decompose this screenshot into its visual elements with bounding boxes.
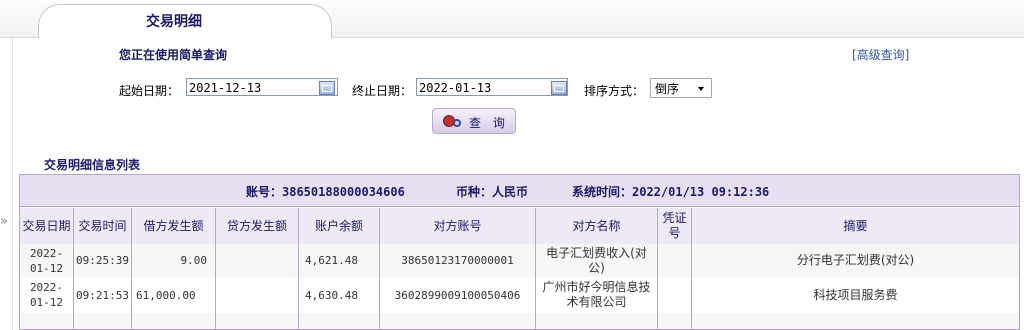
double-chevron-right-icon[interactable]: »	[0, 214, 8, 229]
account-info-bar: 账号：38650188000034606 币种：人民币 系统时间：2022/01…	[20, 175, 1019, 207]
header-debit: 借方发生额	[132, 208, 216, 244]
cell-counter-name: 电子汇划费收入(对公)	[536, 244, 658, 277]
header-time: 交易时间	[74, 208, 132, 244]
cell-empty	[74, 313, 132, 329]
header-counter-account: 对方账号	[380, 208, 536, 244]
cell-empty	[216, 313, 299, 329]
cell-credit	[216, 277, 299, 313]
tab-title: 交易明细	[146, 14, 202, 30]
cell-counter-account: 38650123170000001	[380, 244, 536, 277]
query-mode-label: 您正在使用简单查询	[119, 48, 228, 62]
header-counter-name: 对方名称	[536, 208, 658, 244]
cell-voucher	[658, 244, 692, 277]
calendar-icon[interactable]	[551, 81, 567, 95]
cell-debit: 9.00	[132, 244, 216, 277]
cell-date: 2022-01-12	[20, 244, 74, 277]
table-row-partial	[20, 313, 1019, 329]
magnifier-icon	[453, 119, 461, 127]
cell-empty	[536, 313, 658, 329]
cell-time: 09:25:39	[74, 244, 132, 277]
query-button-label: 查 询	[469, 116, 509, 130]
cell-summary: 分行电子汇划费(对公)	[796, 253, 915, 267]
start-date-input[interactable]: 2021-12-13	[186, 78, 338, 96]
cell-empty	[380, 313, 536, 329]
cell-balance: 4,621.48	[299, 244, 380, 277]
header-voucher: 凭证号	[658, 208, 692, 244]
cell-credit	[216, 244, 299, 277]
end-date-label: 终止日期：	[352, 84, 413, 98]
query-button[interactable]: 查 询	[432, 108, 516, 134]
cell-empty	[299, 313, 380, 329]
currency: 币种：人民币	[456, 185, 529, 199]
cell-summary: 科技项目服务费	[813, 287, 898, 302]
calendar-icon[interactable]	[319, 81, 335, 95]
table-header-row: 交易日期 交易时间 借方发生额 贷方发生额 账户余额 对方账号 对方名称 凭证号…	[20, 208, 1019, 245]
header-date: 交易日期	[20, 208, 74, 244]
table-row[interactable]: 2022-01-12 09:21:53 61,000.00 4,630.48 3…	[20, 277, 1019, 314]
header-summary: 摘要	[843, 218, 868, 233]
cell-debit: 61,000.00	[132, 277, 216, 313]
cell-voucher	[658, 277, 692, 313]
cell-empty	[658, 313, 692, 329]
sort-order-select[interactable]: 倒序	[650, 78, 712, 98]
cell-counter-account: 3602899009100050406	[380, 277, 536, 313]
cell-empty	[20, 313, 74, 329]
sort-order-label: 排序方式：	[584, 84, 645, 98]
cell-counter-name: 广州市好今明信息技术有限公司	[536, 277, 658, 313]
advanced-query-link[interactable]: [高级查询]	[852, 46, 909, 63]
system-time: 系统时间：2022/01/13 09:12:36	[572, 185, 770, 199]
cell-date: 2022-01-12	[20, 277, 74, 313]
start-date-label: 起始日期：	[119, 84, 180, 98]
table-row[interactable]: 2022-01-12 09:25:39 9.00 4,621.48 386501…	[20, 244, 1019, 278]
account-number: 账号：38650188000034606	[246, 185, 405, 199]
list-title: 交易明细信息列表	[44, 158, 141, 172]
sort-order-value: 倒序	[655, 82, 680, 96]
transaction-table: 账号：38650188000034606 币种：人民币 系统时间：2022/01…	[19, 174, 1020, 330]
chevron-down-icon	[698, 87, 704, 91]
end-date-input[interactable]: 2022-01-13	[416, 78, 568, 96]
cell-empty	[132, 313, 216, 329]
header-balance: 账户余额	[299, 208, 380, 244]
header-credit: 贷方发生额	[216, 208, 299, 244]
cell-balance: 4,630.48	[299, 277, 380, 313]
cell-time: 09:21:53	[74, 277, 132, 313]
